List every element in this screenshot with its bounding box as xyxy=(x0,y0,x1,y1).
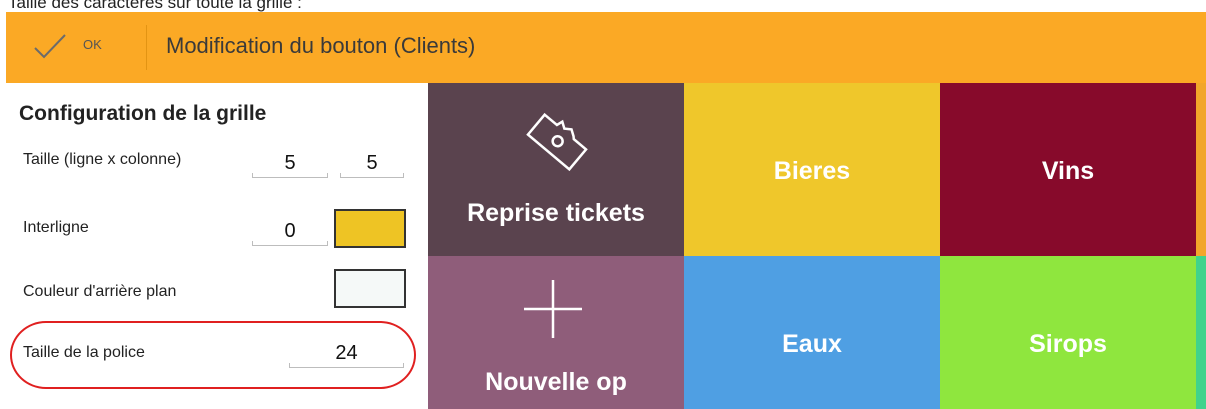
font-size-input[interactable]: 24 xyxy=(289,339,404,368)
spacing-input[interactable]: 0 xyxy=(252,217,328,246)
font-size-label: Taille de la police xyxy=(23,344,145,361)
config-title: Configuration de la grille xyxy=(19,102,267,125)
dialog-title: Modification du bouton (Clients) xyxy=(166,33,476,58)
top-action-bar: OK Modification du bouton (Clients) xyxy=(6,12,1206,83)
next-tile-edge xyxy=(1196,256,1206,409)
spacing-color-swatch[interactable] xyxy=(334,209,406,248)
tile-nouvelle-op[interactable]: Nouvelle op xyxy=(428,256,684,409)
tile-label: Vins xyxy=(1041,157,1095,185)
tile-label: Eaux xyxy=(782,330,842,358)
tile-vins[interactable]: Vins xyxy=(940,83,1196,256)
tile-eaux[interactable]: Eaux xyxy=(684,256,940,409)
tile-label: Sirops xyxy=(1029,330,1107,358)
check-icon xyxy=(34,34,66,59)
background-color-swatch[interactable] xyxy=(334,269,406,308)
spacing-label: Interligne xyxy=(23,219,89,236)
plus-icon xyxy=(524,280,582,338)
ok-label: OK xyxy=(83,37,102,52)
background-color-label: Couleur d'arrière plan xyxy=(23,283,177,300)
page-caption: Taille des caractères sur toute la grill… xyxy=(8,0,302,12)
grid-cols-input[interactable]: 5 xyxy=(340,149,404,178)
tile-bieres[interactable]: Bieres xyxy=(684,83,940,256)
grid-configuration-panel: Configuration de la grille Taille (ligne… xyxy=(6,83,428,409)
tile-sirops[interactable]: Sirops xyxy=(940,256,1196,409)
tile-label: Bieres xyxy=(773,157,851,185)
toolbar-divider xyxy=(146,25,147,70)
grid-rows-input[interactable]: 5 xyxy=(252,149,328,178)
tile-label: Nouvelle op xyxy=(485,368,627,396)
ok-button[interactable]: OK xyxy=(6,12,146,83)
grid-size-label: Taille (ligne x colonne) xyxy=(23,151,182,168)
next-tile-edge xyxy=(1196,83,1206,256)
tile-reprise-tickets[interactable]: Reprise tickets xyxy=(428,83,684,256)
tile-label: Reprise tickets xyxy=(467,199,645,227)
button-grid: Reprise tickets Bieres Vins Nouvelle op … xyxy=(428,83,1206,409)
ticket-icon xyxy=(526,112,588,172)
